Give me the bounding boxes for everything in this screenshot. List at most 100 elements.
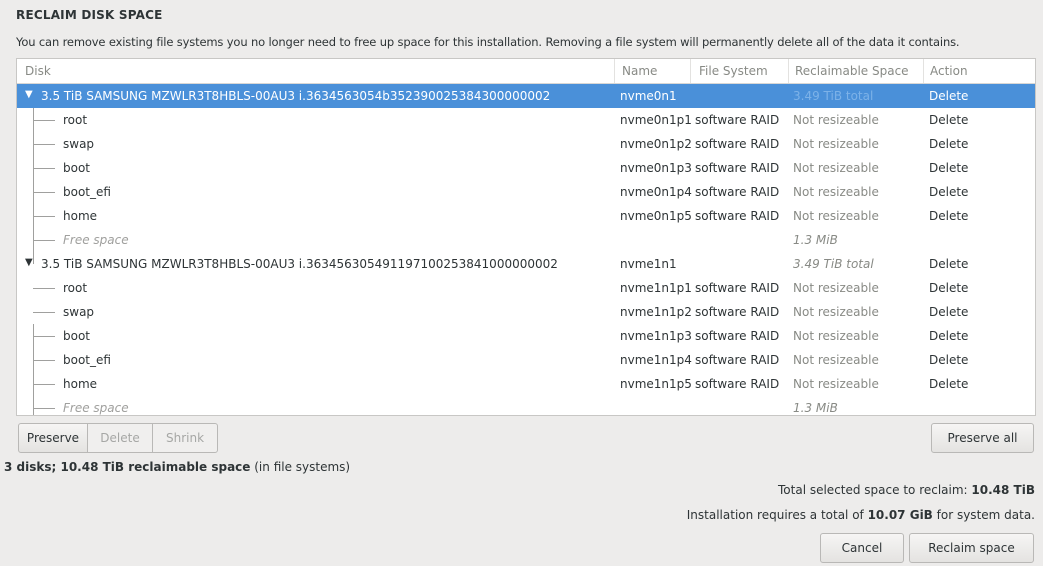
free-space-row[interactable]: Free space 1.3 MiB [17,228,1035,252]
partition-name: nvme0n1p1 [620,113,692,127]
partition-fs: software RAID [695,377,780,391]
requires-suffix: for system data. [932,508,1035,522]
partition-row[interactable]: home nvme0n1p5 software RAID Not resizea… [17,204,1035,228]
partition-fs: software RAID [695,113,780,127]
partition-action[interactable]: Delete [929,137,968,151]
partition-row[interactable]: boot nvme1n1p3 software RAID Not resizea… [17,324,1035,348]
partition-reclaimable: Not resizeable [793,329,879,343]
summary-rest: (in file systems) [250,460,351,474]
partition-label: boot [63,161,91,175]
partition-action[interactable]: Delete [929,185,968,199]
total-value: 10.48 TiB [971,483,1035,497]
summary-bold: 3 disks; 10.48 TiB reclaimable space [4,460,251,474]
partition-reclaimable: Not resizeable [793,209,879,223]
partition-fs: software RAID [695,161,780,175]
disk-reclaimable: 3.49 TiB total [793,257,874,271]
requires-value: 10.07 GiB [867,508,933,522]
disk-table[interactable]: Disk Name File System Reclaimable Space … [16,58,1036,416]
partition-fs: software RAID [695,185,780,199]
partition-label: boot [63,329,91,343]
partition-label: boot_efi [63,353,111,367]
partition-row[interactable]: boot_efi nvme1n1p4 software RAID Not res… [17,348,1035,372]
partition-reclaimable: Not resizeable [793,377,879,391]
partition-reclaimable: Not resizeable [793,161,879,175]
partition-label: boot_efi [63,185,111,199]
requires-prefix: Installation requires a total of [686,508,868,522]
partition-row[interactable]: swap nvme1n1p2 software RAID Not resizea… [17,300,1035,324]
partition-action[interactable]: Delete [929,353,968,367]
disk-label: 3.5 TiB SAMSUNG MZWLR3T8HBLS-00AU3 i.363… [41,89,551,103]
disk-row[interactable]: ▼ 3.5 TiB SAMSUNG MZWLR3T8HBLS-00AU3 i.3… [17,84,1035,108]
expander-arrow-icon[interactable]: ▼ [25,257,33,268]
cancel-button[interactable]: Cancel [820,533,904,563]
partition-fs: software RAID [695,353,780,367]
partition-row[interactable]: boot nvme0n1p3 software RAID Not resizea… [17,156,1035,180]
partition-row[interactable]: root nvme1n1p1 software RAID Not resizea… [17,276,1035,300]
shrink-button[interactable]: Shrink [152,423,218,453]
preserve-all-button[interactable]: Preserve all [931,423,1034,453]
partition-label: home [63,377,98,391]
partition-row[interactable]: root nvme0n1p1 software RAID Not resizea… [17,108,1035,132]
disk-action[interactable]: Delete [929,257,968,271]
disk-action[interactable]: Delete [929,89,968,103]
partition-action[interactable]: Delete [929,377,968,391]
disk-label: 3.5 TiB SAMSUNG MZWLR3T8HBLS-00AU3 i.363… [41,257,558,271]
partition-fs: software RAID [695,305,780,319]
partition-action[interactable]: Delete [929,305,968,319]
partition-label: home [63,209,98,223]
partition-action[interactable]: Delete [929,209,968,223]
partition-fs: software RAID [695,281,780,295]
total-prefix: Total selected space to reclaim: [778,483,972,497]
free-space-row[interactable]: Free space 1.3 MiB [17,396,1035,415]
partition-row[interactable]: swap nvme0n1p2 software RAID Not resizea… [17,132,1035,156]
col-name-header[interactable]: Name [622,64,657,78]
partition-row[interactable]: boot_efi nvme0n1p4 software RAID Not res… [17,180,1035,204]
disk-name: nvme0n1 [620,89,677,103]
partition-reclaimable: Not resizeable [793,305,879,319]
description-text: You can remove existing file systems you… [16,35,960,49]
preserve-button[interactable]: Preserve [18,423,88,453]
partition-name: nvme1n1p2 [620,305,692,319]
partition-name: nvme0n1p4 [620,185,692,199]
disk-name: nvme1n1 [620,257,677,271]
partition-action[interactable]: Delete [929,329,968,343]
expander-arrow-icon[interactable]: ▼ [25,89,33,100]
partition-name: nvme1n1p3 [620,329,692,343]
partition-name: nvme0n1p2 [620,137,692,151]
partition-label: swap [63,305,95,319]
partition-reclaimable: Not resizeable [793,353,879,367]
partition-action[interactable]: Delete [929,113,968,127]
reclaim-summary: 3 disks; 10.48 TiB reclaimable space (in… [4,460,350,474]
col-disk-header[interactable]: Disk [25,64,51,78]
partition-name: nvme1n1p1 [620,281,692,295]
delete-button[interactable]: Delete [87,423,153,453]
partition-name: nvme0n1p5 [620,209,692,223]
total-selected-text: Total selected space to reclaim: 10.48 T… [778,483,1035,497]
disk-row[interactable]: ▼ 3.5 TiB SAMSUNG MZWLR3T8HBLS-00AU3 i.3… [17,252,1035,276]
partition-action[interactable]: Delete [929,281,968,295]
col-action-header[interactable]: Action [930,64,968,78]
partition-reclaimable: Not resizeable [793,281,879,295]
free-space-size: 1.3 MiB [793,401,838,415]
partition-reclaimable: Not resizeable [793,137,879,151]
partition-name: nvme1n1p5 [620,377,692,391]
partition-fs: software RAID [695,137,780,151]
free-space-label: Free space [63,401,129,415]
partition-action[interactable]: Delete [929,161,968,175]
partition-reclaimable: Not resizeable [793,113,879,127]
partition-label: swap [63,137,95,151]
partition-reclaimable: Not resizeable [793,185,879,199]
disk-reclaimable: 3.49 TiB total [793,89,874,103]
partition-name: nvme0n1p3 [620,161,692,175]
partition-row[interactable]: home nvme1n1p5 software RAID Not resizea… [17,372,1035,396]
partition-label: root [63,113,88,127]
page-title: RECLAIM DISK SPACE [16,8,163,22]
partition-label: root [63,281,88,295]
reclaim-space-button[interactable]: Reclaim space [909,533,1034,563]
col-reclaimable-header[interactable]: Reclaimable Space [795,64,909,78]
table-header: Disk Name File System Reclaimable Space … [17,59,1035,84]
partition-name: nvme1n1p4 [620,353,692,367]
install-requires-text: Installation requires a total of 10.07 G… [687,508,1035,522]
col-filesystem-header[interactable]: File System [699,64,768,78]
partition-fs: software RAID [695,329,780,343]
